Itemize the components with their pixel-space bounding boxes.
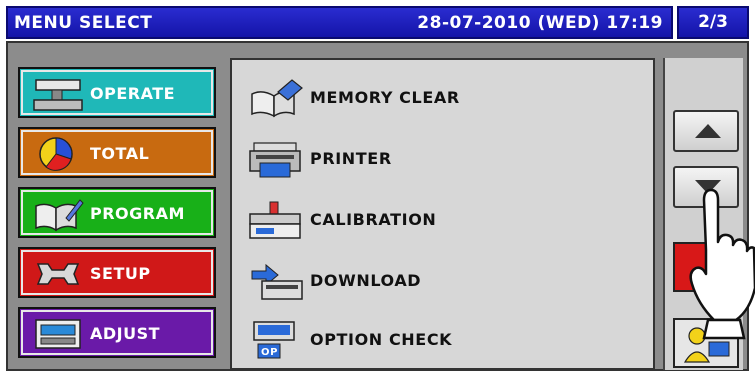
screen-title: MENU SELECT: [14, 13, 153, 33]
printer-label: PRINTER: [310, 149, 392, 168]
calibration-item[interactable]: CALIBRATION: [248, 198, 628, 242]
main-frame: OPERATE TOTAL PROGRAM SETUP ADJUST MEMOR…: [6, 41, 749, 371]
adjust-display-icon: [35, 319, 81, 349]
printer-item[interactable]: PRINTER: [248, 137, 628, 181]
adjust-label: ADJUST: [90, 324, 161, 343]
download-icon: [251, 263, 303, 300]
operate-label: OPERATE: [90, 84, 176, 103]
program-label: PROGRAM: [90, 204, 185, 223]
memory-clear-label: MEMORY CLEAR: [310, 88, 460, 107]
page-indicator: 2/3: [677, 6, 749, 39]
date-time: 28-07-2010 (WED) 17:19: [417, 13, 663, 33]
menu-select-screen: MENU SELECT 28-07-2010 (WED) 17:19 2/3 O…: [0, 0, 755, 374]
total-button[interactable]: TOTAL: [18, 127, 216, 178]
pie-chart-icon: [39, 137, 73, 171]
scale-icon: [33, 79, 83, 111]
download-item[interactable]: DOWNLOAD: [248, 259, 628, 303]
memory-clear-item[interactable]: MEMORY CLEAR: [248, 76, 628, 120]
option-check-item[interactable]: OP OPTION CHECK: [248, 318, 628, 362]
total-label: TOTAL: [90, 144, 150, 163]
option-check-label: OPTION CHECK: [310, 330, 453, 349]
calibration-scale-icon: [249, 201, 301, 239]
option-check-icon: OP: [253, 321, 295, 359]
submenu-panel: MEMORY CLEAR PRINTER CALIBRATION DOWNLOA…: [230, 58, 655, 370]
book-pen-icon: [35, 199, 84, 232]
up-arrow-icon: [695, 124, 721, 138]
calibration-label: CALIBRATION: [310, 210, 437, 229]
eraser-book-icon: [251, 79, 303, 118]
setup-label: SETUP: [90, 264, 151, 283]
printer-icon: [249, 142, 301, 178]
download-label: DOWNLOAD: [310, 271, 422, 290]
operate-button[interactable]: OPERATE: [18, 67, 216, 118]
adjust-button[interactable]: ADJUST: [18, 307, 216, 358]
pointing-hand-icon: [689, 188, 755, 340]
program-button[interactable]: PROGRAM: [18, 187, 216, 238]
page-up-button[interactable]: [673, 110, 739, 152]
wrench-icon: [36, 263, 80, 285]
svg-text:OP: OP: [261, 347, 278, 358]
setup-button[interactable]: SETUP: [18, 247, 216, 298]
title-bar: MENU SELECT 28-07-2010 (WED) 17:19: [6, 6, 673, 39]
